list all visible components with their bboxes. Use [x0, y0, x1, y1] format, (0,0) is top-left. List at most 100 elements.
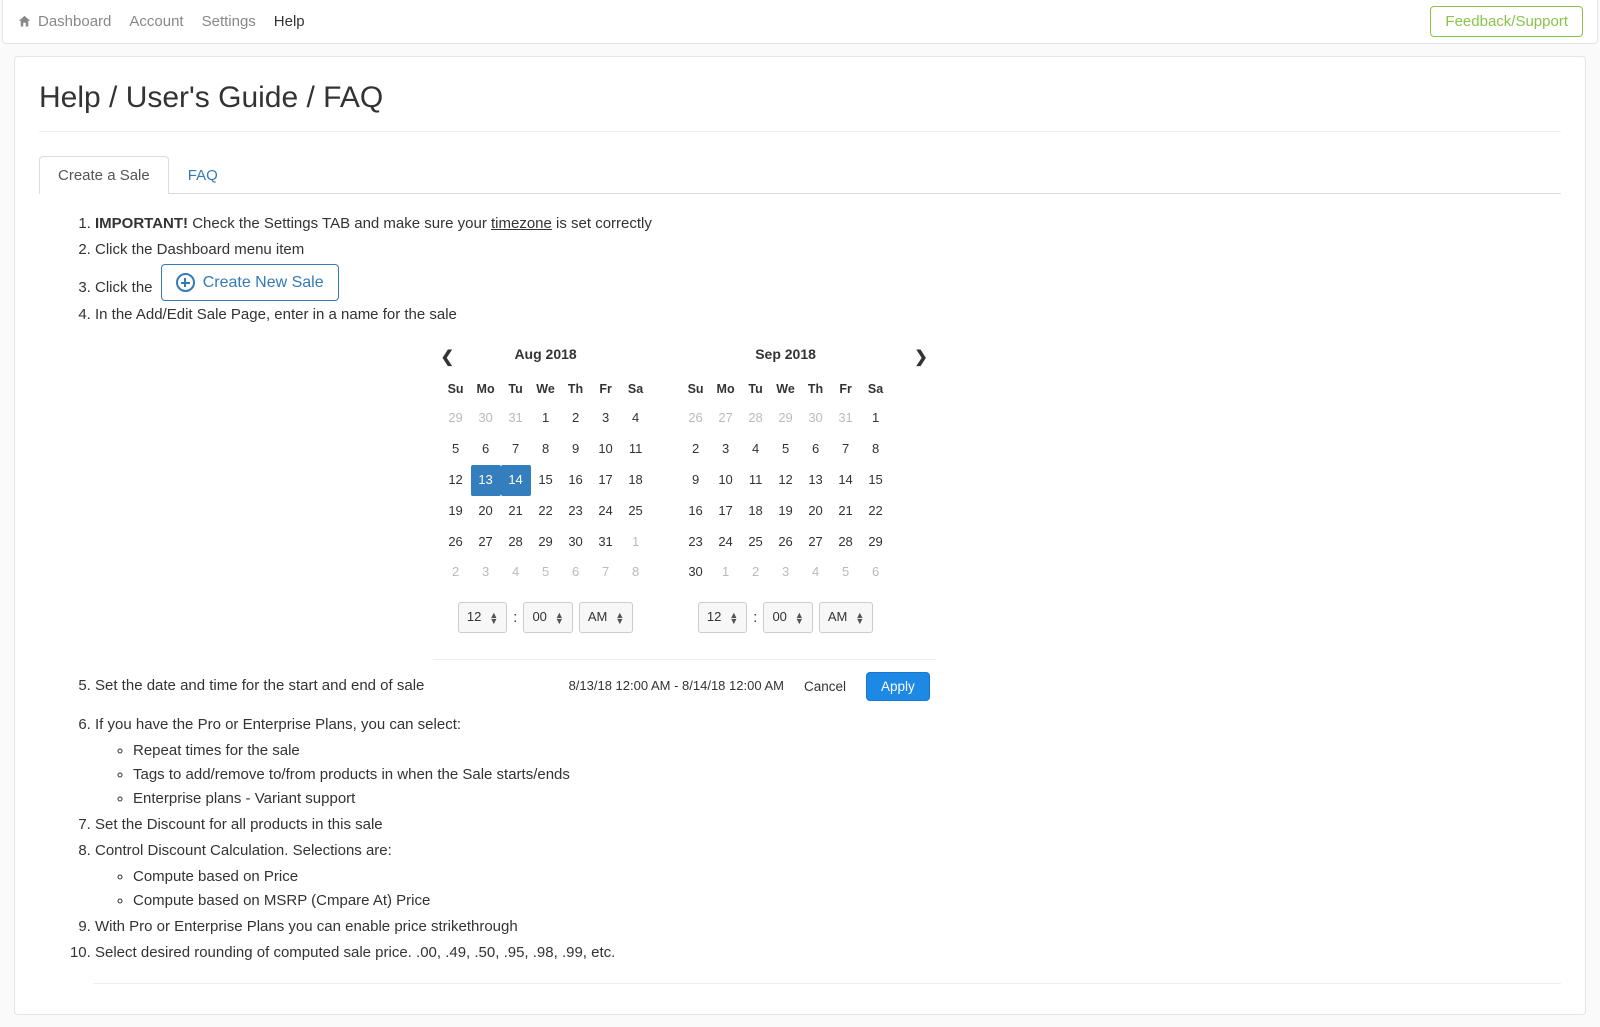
- apply-button[interactable]: Apply: [866, 672, 930, 701]
- calendar-day[interactable]: 8: [861, 434, 891, 465]
- calendar-day[interactable]: 29: [441, 403, 471, 434]
- calendar-day[interactable]: 29: [531, 527, 561, 558]
- end-hour-select[interactable]: 12▲▼: [698, 602, 747, 633]
- start-minute-select[interactable]: 00▲▼: [523, 602, 572, 633]
- calendar-day[interactable]: 13: [471, 465, 501, 496]
- start-ampm-select[interactable]: AM▲▼: [579, 602, 633, 633]
- calendar-day[interactable]: 23: [561, 496, 591, 527]
- calendar-day[interactable]: 5: [531, 557, 561, 588]
- calendar-day[interactable]: 28: [741, 403, 771, 434]
- prev-month-icon[interactable]: ❮: [441, 345, 454, 371]
- calendar-day[interactable]: 7: [501, 434, 531, 465]
- calendar-day[interactable]: 16: [561, 465, 591, 496]
- feedback-support-button[interactable]: Feedback/Support: [1430, 6, 1583, 37]
- calendar-day[interactable]: 14: [831, 465, 861, 496]
- calendar-day[interactable]: 17: [591, 465, 621, 496]
- calendar-day[interactable]: 3: [771, 557, 801, 588]
- calendar-day[interactable]: 2: [681, 434, 711, 465]
- calendar-day[interactable]: 20: [801, 496, 831, 527]
- tab-faq[interactable]: FAQ: [169, 156, 237, 194]
- calendar-day[interactable]: 4: [501, 557, 531, 588]
- calendar-day[interactable]: 29: [771, 403, 801, 434]
- calendar-day[interactable]: 19: [771, 496, 801, 527]
- calendar-day[interactable]: 2: [561, 403, 591, 434]
- calendar-day[interactable]: 18: [621, 465, 651, 496]
- calendar-day[interactable]: 17: [711, 496, 741, 527]
- calendar-day[interactable]: 9: [561, 434, 591, 465]
- calendar-day[interactable]: 21: [831, 496, 861, 527]
- tab-create-a-sale[interactable]: Create a Sale: [39, 156, 169, 194]
- calendar-day[interactable]: 11: [741, 465, 771, 496]
- calendar-day[interactable]: 28: [831, 527, 861, 558]
- start-hour-select[interactable]: 12▲▼: [458, 602, 507, 633]
- calendar-day[interactable]: 3: [711, 434, 741, 465]
- calendar-day[interactable]: 1: [711, 557, 741, 588]
- calendar-day[interactable]: 13: [801, 465, 831, 496]
- calendar-day[interactable]: 8: [531, 434, 561, 465]
- calendar-day[interactable]: 9: [681, 465, 711, 496]
- calendar-day[interactable]: 3: [471, 557, 501, 588]
- calendar-day[interactable]: 30: [801, 403, 831, 434]
- calendar-day[interactable]: 6: [561, 557, 591, 588]
- calendar-day[interactable]: 14: [501, 465, 531, 496]
- calendar-day[interactable]: 4: [741, 434, 771, 465]
- calendar-day[interactable]: 5: [831, 557, 861, 588]
- nav-help[interactable]: Help: [274, 13, 305, 30]
- calendar-day[interactable]: 15: [861, 465, 891, 496]
- calendar-day[interactable]: 23: [681, 527, 711, 558]
- calendar-day[interactable]: 18: [741, 496, 771, 527]
- calendar-day[interactable]: 24: [591, 496, 621, 527]
- end-minute-select[interactable]: 00▲▼: [763, 602, 812, 633]
- calendar-day[interactable]: 22: [861, 496, 891, 527]
- calendar-day[interactable]: 31: [591, 527, 621, 558]
- calendar-day[interactable]: 2: [441, 557, 471, 588]
- calendar-day[interactable]: 30: [471, 403, 501, 434]
- calendar-day[interactable]: 8: [621, 557, 651, 588]
- calendar-day[interactable]: 26: [441, 527, 471, 558]
- calendar-day[interactable]: 25: [741, 527, 771, 558]
- calendar-day[interactable]: 24: [711, 527, 741, 558]
- calendar-day[interactable]: 19: [441, 496, 471, 527]
- calendar-day[interactable]: 10: [711, 465, 741, 496]
- calendar-day[interactable]: 1: [531, 403, 561, 434]
- calendar-day[interactable]: 11: [621, 434, 651, 465]
- calendar-day[interactable]: 7: [831, 434, 861, 465]
- calendar-day[interactable]: 1: [621, 527, 651, 558]
- calendar-day[interactable]: 2: [741, 557, 771, 588]
- nav-account[interactable]: Account: [129, 13, 183, 30]
- calendar-day[interactable]: 21: [501, 496, 531, 527]
- calendar-day[interactable]: 5: [771, 434, 801, 465]
- calendar-day[interactable]: 1: [861, 403, 891, 434]
- next-month-icon[interactable]: ❯: [914, 345, 927, 371]
- calendar-day[interactable]: 26: [771, 527, 801, 558]
- calendar-day[interactable]: 6: [861, 557, 891, 588]
- calendar-day[interactable]: 28: [501, 527, 531, 558]
- calendar-day[interactable]: 4: [801, 557, 831, 588]
- calendar-day[interactable]: 12: [441, 465, 471, 496]
- calendar-day[interactable]: 7: [591, 557, 621, 588]
- cancel-button[interactable]: Cancel: [804, 676, 846, 698]
- calendar-day[interactable]: 4: [621, 403, 651, 434]
- calendar-day[interactable]: 22: [531, 496, 561, 527]
- nav-dashboard[interactable]: Dashboard: [17, 13, 111, 30]
- calendar-day[interactable]: 3: [591, 403, 621, 434]
- calendar-day[interactable]: 25: [621, 496, 651, 527]
- calendar-day[interactable]: 6: [801, 434, 831, 465]
- calendar-day[interactable]: 12: [771, 465, 801, 496]
- calendar-day[interactable]: 27: [711, 403, 741, 434]
- calendar-day[interactable]: 29: [861, 527, 891, 558]
- create-new-sale-button[interactable]: Create New Sale: [161, 264, 339, 301]
- calendar-day[interactable]: 5: [441, 434, 471, 465]
- calendar-day[interactable]: 16: [681, 496, 711, 527]
- end-ampm-select[interactable]: AM▲▼: [819, 602, 873, 633]
- calendar-day[interactable]: 10: [591, 434, 621, 465]
- calendar-day[interactable]: 31: [501, 403, 531, 434]
- calendar-day[interactable]: 30: [681, 557, 711, 588]
- calendar-day[interactable]: 20: [471, 496, 501, 527]
- calendar-day[interactable]: 31: [831, 403, 861, 434]
- calendar-day[interactable]: 6: [471, 434, 501, 465]
- calendar-day[interactable]: 30: [561, 527, 591, 558]
- calendar-day[interactable]: 27: [801, 527, 831, 558]
- calendar-day[interactable]: 15: [531, 465, 561, 496]
- nav-settings[interactable]: Settings: [202, 13, 256, 30]
